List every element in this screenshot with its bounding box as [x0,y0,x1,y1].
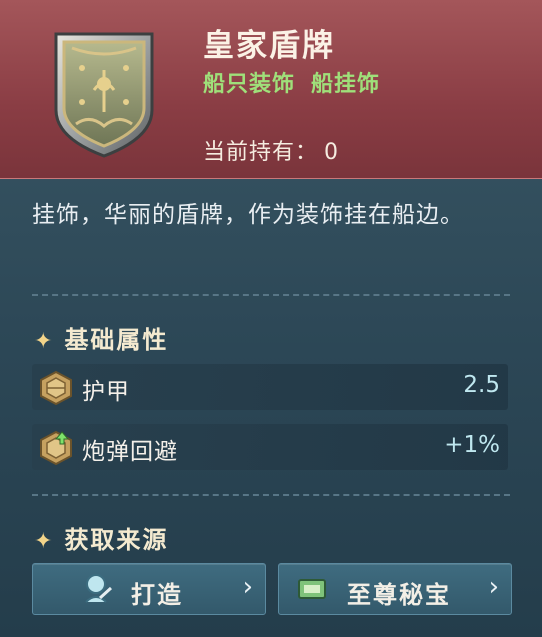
item-description: 挂饰，华丽的盾牌，作为装饰挂在船边。 [32,202,464,228]
item-title: 皇家盾牌 [203,28,335,64]
source-button-craft[interactable]: 打造 › [32,563,266,615]
owned-label: 当前持有： [203,140,319,165]
craft-icon [79,572,113,610]
section-label: 基础属性 [64,326,169,354]
item-detail-card: 皇家盾牌 船只装饰 船挂饰 当前持有： 0 挂饰，华丽的盾牌，作为装饰挂在船边。 ✦… [0,0,542,637]
item-tag: 船只装饰 [203,72,296,97]
source-button-label: 至尊秘宝 [347,581,451,609]
attribute-value: 2.5 [463,372,500,398]
chevron-right-icon: › [488,572,499,602]
section-title-base-attributes: ✦ 基础属性 [34,320,168,355]
owned-value: 0 [324,140,340,165]
attribute-name: 炮弹回避 [82,439,178,465]
armor-plate-icon [38,370,74,406]
owned-count: 当前持有： 0 [203,134,339,166]
evasion-plate-icon [38,430,74,466]
attribute-row: 炮弹回避 +1% [32,424,508,470]
star-icon: ✦ [34,529,55,554]
source-button-supreme-treasure[interactable]: 至尊秘宝 › [278,563,512,615]
section-label: 获取来源 [64,526,169,554]
divider [32,294,510,296]
ticket-icon [297,576,327,606]
star-icon: ✦ [34,329,55,354]
item-tags: 船只装饰 船挂饰 [203,66,396,98]
section-title-sources: ✦ 获取来源 [34,520,168,555]
attribute-value: +1% [444,432,500,458]
chevron-right-icon: › [242,572,253,602]
divider [32,494,510,496]
attribute-name: 护甲 [82,379,130,405]
royal-shield-icon [42,26,166,162]
item-tag: 船挂饰 [311,72,381,97]
item-header: 皇家盾牌 船只装饰 船挂饰 当前持有： 0 [0,0,542,179]
attribute-row: 护甲 2.5 [32,364,508,410]
source-button-label: 打造 [131,581,183,609]
